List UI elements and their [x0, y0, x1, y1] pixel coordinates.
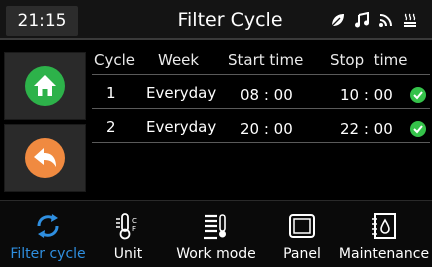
- svg-text:F: F: [132, 225, 136, 233]
- panel-icon: [289, 214, 315, 238]
- bottom-nav: Filter cycle C F Unit Work mode Panel Ma…: [0, 200, 432, 267]
- svg-text:C: C: [132, 217, 137, 225]
- week-value[interactable]: Everyday: [146, 79, 228, 107]
- thermometer-unit-icon: C F: [116, 213, 137, 240]
- nav-maintenance[interactable]: Maintenance: [336, 201, 432, 267]
- side-panel: [4, 46, 86, 196]
- nav-work-mode[interactable]: Work mode: [172, 201, 260, 267]
- stop-time-value[interactable]: 22 : 00: [340, 115, 404, 143]
- home-icon: [25, 66, 65, 106]
- nav-label: Filter cycle: [10, 246, 86, 262]
- nav-label: Panel: [283, 246, 321, 262]
- leaf-icon: [331, 14, 344, 27]
- nav-unit[interactable]: C F Unit: [100, 201, 156, 267]
- row-divider: [92, 74, 430, 75]
- wifi-icon: [379, 14, 392, 27]
- week-value[interactable]: Everyday: [146, 113, 228, 141]
- clock-box: 21:15: [6, 6, 78, 36]
- column-header-cycle: Cycle: [94, 51, 135, 69]
- start-time-value[interactable]: 08 : 00: [240, 81, 304, 109]
- home-button[interactable]: [4, 52, 86, 120]
- back-button[interactable]: [4, 124, 86, 192]
- nav-filter-cycle[interactable]: Filter cycle: [0, 201, 96, 267]
- column-header-start-time: Start time: [228, 51, 304, 69]
- back-arrow-icon: [25, 138, 65, 178]
- cycle-number: 2: [106, 118, 116, 136]
- heater-icon: [404, 13, 416, 27]
- column-header-week: Week: [158, 51, 200, 69]
- maintenance-icon: [372, 213, 396, 239]
- enabled-check-icon[interactable]: [410, 121, 426, 137]
- header-bar: 21:15 Filter Cycle: [0, 0, 432, 40]
- row-divider: [92, 142, 430, 143]
- clock: 21:15: [17, 11, 67, 31]
- filter-cycle-screen: 21:15 Filter Cycle Cycle Week Start time…: [0, 0, 432, 267]
- page-title: Filter Cycle: [177, 9, 283, 31]
- nav-label: Work mode: [176, 246, 256, 262]
- nav-label: Unit: [113, 246, 143, 262]
- music-icon: [355, 12, 369, 28]
- cycle-number: 1: [106, 84, 116, 102]
- nav-label: Maintenance: [338, 246, 430, 262]
- column-header-stop-time: Stop time: [330, 51, 408, 69]
- refresh-cycle-icon: [37, 214, 59, 238]
- start-time-value[interactable]: 20 : 00: [240, 115, 304, 143]
- filter-cycle-table: Cycle Week Start time Stop time 1 Everyd…: [92, 46, 430, 198]
- heating-mode-icon: [204, 214, 226, 240]
- enabled-check-icon[interactable]: [410, 87, 426, 103]
- stop-time-value[interactable]: 10 : 00: [340, 81, 404, 109]
- nav-panel[interactable]: Panel: [274, 201, 330, 267]
- row-divider: [92, 108, 430, 109]
